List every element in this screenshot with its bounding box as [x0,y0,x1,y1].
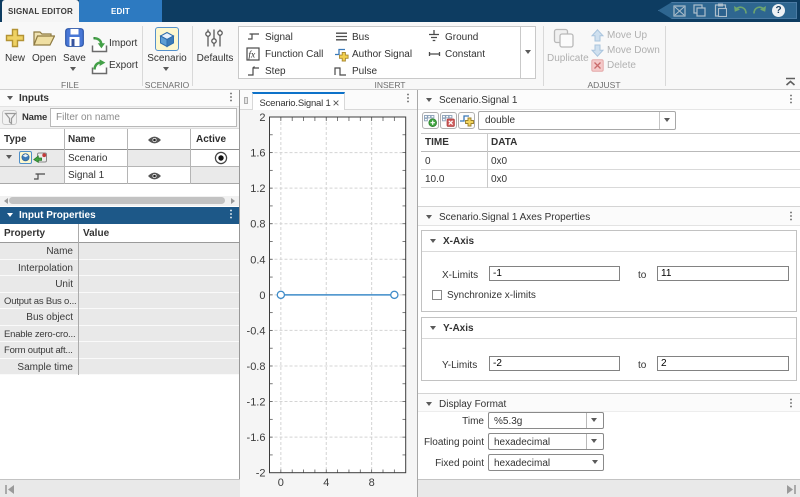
svg-text:-0.4: -0.4 [247,325,266,337]
svg-text:0: 0 [259,290,265,302]
svg-text:0.8: 0.8 [250,219,265,231]
svg-text:-1.6: -1.6 [247,432,266,444]
svg-text:1.2: 1.2 [250,183,265,195]
svg-text:-2: -2 [256,468,266,480]
svg-text:0.4: 0.4 [250,254,265,266]
svg-text:8: 8 [369,477,375,489]
svg-text:2: 2 [259,112,265,124]
svg-text:-1.2: -1.2 [247,397,266,409]
svg-text:0: 0 [278,477,284,489]
svg-text:fx: fx [248,49,256,60]
svg-text:-0.8: -0.8 [247,361,266,373]
svg-text:1.6: 1.6 [250,148,265,160]
svg-text:4: 4 [323,477,329,489]
